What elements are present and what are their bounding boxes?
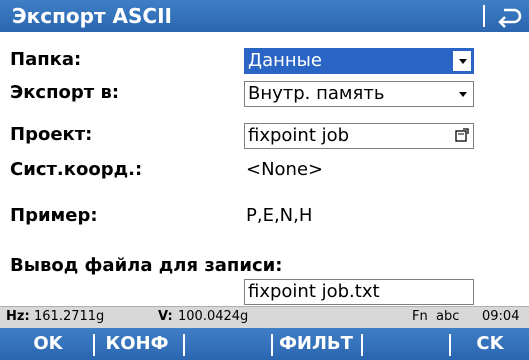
- softkey-separator: [271, 334, 273, 356]
- title-separator: [483, 5, 485, 27]
- softkey-separator: [93, 334, 95, 356]
- output-file-label: Вывод файла для записи:: [10, 255, 283, 276]
- fn-indicator: Fn: [412, 309, 428, 324]
- project-value: fixpoint job: [248, 125, 350, 146]
- folder-label: Папка:: [10, 49, 82, 70]
- f5-softkey[interactable]: [364, 328, 444, 360]
- hz-value: 161.2711g: [34, 309, 105, 324]
- output-file-value: fixpoint job.txt: [248, 281, 380, 302]
- example-value: P,E,N,H: [246, 205, 313, 226]
- softkey-separator: [361, 334, 363, 356]
- back-button[interactable]: [490, 3, 526, 29]
- ok-softkey[interactable]: OK: [8, 328, 88, 360]
- softkey-separator: [183, 334, 185, 356]
- folder-select[interactable]: Данные: [244, 48, 474, 74]
- title-bar: Экспорт ASCII: [0, 0, 529, 32]
- hz-label: Hz:: [6, 309, 30, 324]
- ck-softkey[interactable]: CK: [452, 328, 528, 360]
- f3-softkey[interactable]: [186, 328, 266, 360]
- softkey-separator: [449, 334, 451, 356]
- export-to-label: Экспорт в:: [10, 82, 120, 103]
- v-label: V:: [158, 309, 173, 324]
- v-value: 100.0424g: [178, 309, 249, 324]
- input-mode: abc: [436, 309, 460, 324]
- filter-softkey[interactable]: ФИЛЬТ: [274, 328, 358, 360]
- folder-value: Данные: [248, 50, 322, 71]
- project-select[interactable]: fixpoint job: [244, 123, 474, 149]
- browse-list-icon[interactable]: [455, 128, 469, 142]
- window-title: Экспорт ASCII: [12, 4, 172, 28]
- chevron-down-icon[interactable]: [453, 84, 471, 104]
- status-bar: Hz: 161.2711g V: 100.0424g Fn abc 09:04: [0, 306, 529, 328]
- export-to-value: Внутр. память: [248, 83, 385, 104]
- export-to-select[interactable]: Внутр. память: [244, 81, 474, 107]
- chevron-down-icon[interactable]: [453, 51, 471, 71]
- back-arrow-icon: [498, 8, 522, 28]
- output-file-input[interactable]: fixpoint job.txt: [244, 279, 474, 305]
- example-label: Пример:: [10, 205, 98, 226]
- clock: 09:04: [482, 309, 520, 324]
- project-label: Проект:: [10, 124, 93, 145]
- softkey-bar: OK КОНФ ФИЛЬТ CK: [0, 328, 529, 360]
- conf-softkey[interactable]: КОНФ: [96, 328, 178, 360]
- coord-system-label: Сист.коорд.:: [10, 159, 143, 180]
- coord-system-value: <None>: [246, 159, 324, 180]
